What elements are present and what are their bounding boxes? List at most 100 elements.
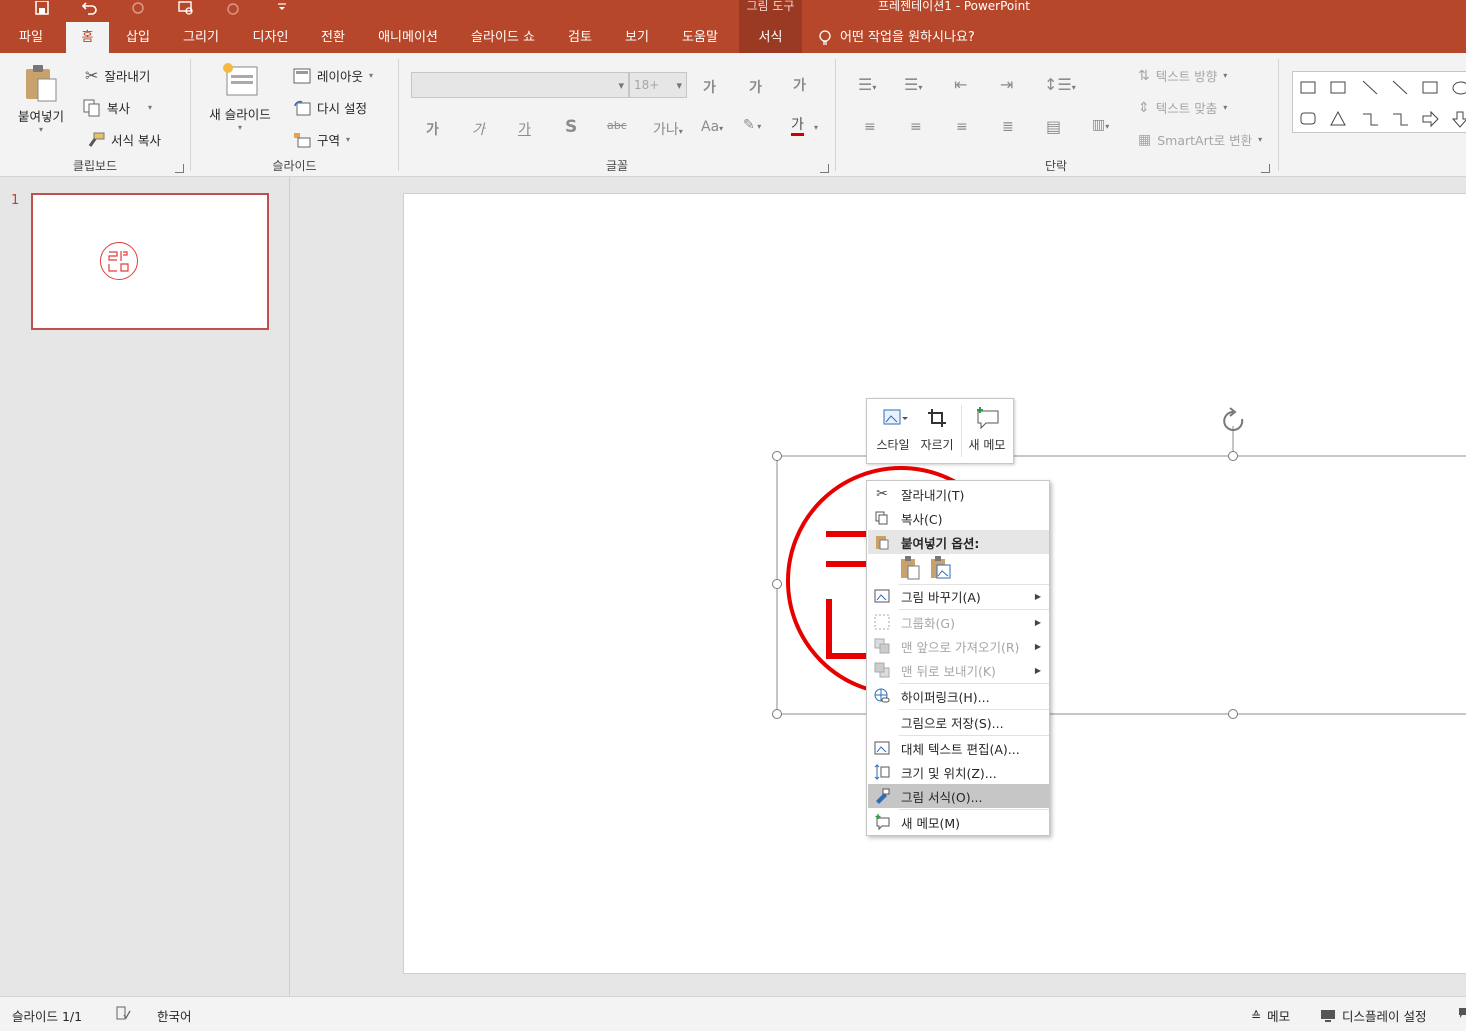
- paste-as-picture-icon[interactable]: [929, 556, 951, 580]
- character-spacing-icon[interactable]: 가나▾: [653, 119, 683, 139]
- tab-transitions[interactable]: 전환: [312, 22, 354, 53]
- tab-review[interactable]: 검토: [559, 22, 601, 53]
- font-name-dropdown-icon[interactable]: ▾: [618, 79, 624, 92]
- cut-button[interactable]: ✂ 잘라내기: [85, 66, 150, 85]
- format-painter-button[interactable]: 서식 복사: [87, 130, 161, 149]
- triangle-shape-icon[interactable]: [1330, 110, 1346, 126]
- increase-indent-icon[interactable]: ⇥: [1000, 75, 1013, 94]
- touch-mode-icon[interactable]: [210, 0, 258, 16]
- font-color-icon[interactable]: 가: [791, 117, 804, 136]
- crop-button[interactable]: 자르기: [917, 405, 957, 453]
- paste-use-destination-theme-icon[interactable]: [899, 556, 921, 580]
- vertical-text-box-shape-icon[interactable]: [1330, 81, 1346, 94]
- menu-item-send-to-back[interactable]: 맨 뒤로 보내기(K) ▶: [868, 658, 1049, 682]
- tab-home[interactable]: 홈: [66, 22, 109, 53]
- menu-item-size-position[interactable]: 크기 및 위치(Z)...: [868, 760, 1049, 784]
- tab-insert[interactable]: 삽입: [117, 22, 159, 53]
- align-center-icon[interactable]: ≡: [910, 119, 922, 135]
- undo-icon[interactable]: [66, 0, 114, 16]
- change-case-icon[interactable]: Aa▾: [701, 119, 723, 135]
- right-arrow-shape-icon[interactable]: [1422, 110, 1439, 128]
- save-icon[interactable]: [18, 0, 66, 16]
- justify-icon[interactable]: ≣: [1002, 119, 1014, 135]
- distributed-icon[interactable]: ▤: [1046, 117, 1061, 136]
- line-spacing-icon[interactable]: ↕☰▾: [1044, 75, 1076, 94]
- customize-qat-icon[interactable]: [258, 0, 306, 16]
- font-color-dropdown-icon[interactable]: ▾: [814, 123, 818, 132]
- strikethrough-icon[interactable]: abc: [607, 119, 627, 132]
- resize-handle[interactable]: [1228, 709, 1238, 719]
- menu-item-format-picture[interactable]: 그림 서식(O)...: [868, 784, 1049, 808]
- align-left-icon[interactable]: ≡: [864, 119, 876, 135]
- menu-item-edit-alt-text[interactable]: 대체 텍스트 편집(A)...: [868, 736, 1049, 760]
- layout-button[interactable]: 레이아웃 ▾: [293, 66, 373, 85]
- menu-item-group[interactable]: 그룹화(G) ▶: [868, 610, 1049, 634]
- comments-icon[interactable]: [1458, 1006, 1466, 1020]
- rounded-rectangle-shape-icon[interactable]: [1300, 112, 1316, 125]
- tab-format[interactable]: 서식: [739, 22, 802, 53]
- paste-button[interactable]: 붙여넣기 ▾: [12, 63, 70, 134]
- copy-button[interactable]: 복사 ▾: [83, 98, 152, 117]
- resize-handle[interactable]: [772, 709, 782, 719]
- style-button[interactable]: 스타일: [873, 405, 913, 453]
- new-comment-button[interactable]: 새 메모: [964, 405, 1010, 453]
- underline-icon[interactable]: 가: [518, 119, 531, 139]
- text-shadow-icon[interactable]: S: [565, 117, 577, 137]
- line-shape-icon[interactable]: [1362, 80, 1378, 95]
- menu-item-bring-to-front[interactable]: 맨 앞으로 가져오기(R) ▶: [868, 634, 1049, 658]
- font-size-dropdown-icon[interactable]: ▾: [676, 79, 682, 92]
- text-box-shape-icon[interactable]: [1300, 81, 1316, 94]
- language-indicator[interactable]: 한국어: [157, 1006, 192, 1025]
- oval-shape-icon[interactable]: [1452, 81, 1466, 95]
- tab-file[interactable]: 파일: [9, 22, 53, 53]
- section-button[interactable]: 구역 ▾: [293, 130, 350, 149]
- menu-item-new-comment[interactable]: 새 메모(M): [868, 810, 1049, 834]
- tell-me-box[interactable]: 어떤 작업을 원하시나요?: [818, 22, 975, 53]
- slide-thumbnail[interactable]: [31, 193, 269, 330]
- align-right-icon[interactable]: ≡: [956, 119, 968, 135]
- present-from-start-icon[interactable]: [162, 0, 210, 16]
- menu-item-save-as-picture[interactable]: 그림으로 저장(S)...: [868, 710, 1049, 734]
- tab-view[interactable]: 보기: [616, 22, 658, 53]
- resize-handle[interactable]: [772, 579, 782, 589]
- display-settings-button[interactable]: 디스플레이 설정: [1320, 1006, 1426, 1025]
- font-launcher-icon[interactable]: [820, 164, 829, 173]
- bullets-icon[interactable]: ☰▾: [858, 75, 876, 94]
- italic-icon[interactable]: 가: [472, 119, 485, 139]
- menu-item-copy[interactable]: 복사(C): [868, 506, 1049, 530]
- highlight-icon[interactable]: ✎ ▾: [743, 117, 761, 133]
- notes-button[interactable]: ≙ 메모: [1251, 1006, 1290, 1025]
- tab-draw[interactable]: 그리기: [176, 22, 226, 53]
- clear-formatting-icon[interactable]: 가: [793, 75, 806, 95]
- bold-icon[interactable]: 가: [426, 119, 439, 139]
- font-name-box[interactable]: ▾: [411, 72, 629, 98]
- tab-slide-show[interactable]: 슬라이드 쇼: [463, 22, 543, 53]
- new-slide-button[interactable]: 새 슬라이드 ▾: [205, 61, 275, 132]
- numbering-icon[interactable]: ☰▾: [904, 75, 922, 94]
- columns-icon[interactable]: ▥▾: [1092, 117, 1109, 133]
- rectangle-shape-icon[interactable]: [1422, 81, 1438, 94]
- text-direction-button[interactable]: ⇅ 텍스트 방향 ▾: [1138, 66, 1227, 85]
- elbow-arrow-connector-shape-icon[interactable]: [1393, 113, 1408, 126]
- grow-font-icon[interactable]: 가: [703, 77, 716, 97]
- menu-item-change-picture[interactable]: 그림 바꾸기(A) ▶: [868, 584, 1049, 608]
- tab-help[interactable]: 도움말: [674, 22, 726, 53]
- down-arrow-shape-icon[interactable]: [1451, 111, 1466, 128]
- clipboard-launcher-icon[interactable]: [175, 164, 184, 173]
- decrease-indent-icon[interactable]: ⇤: [954, 75, 967, 94]
- tab-animations[interactable]: 애니메이션: [370, 22, 446, 53]
- font-size-box[interactable]: 18+ ▾: [629, 72, 687, 98]
- menu-item-cut[interactable]: ✂ 잘라내기(T): [868, 482, 1049, 506]
- menu-item-hyperlink[interactable]: 하이퍼링크(H)...: [868, 684, 1049, 708]
- elbow-connector-shape-icon[interactable]: [1363, 113, 1378, 126]
- tab-design[interactable]: 디자인: [243, 22, 298, 53]
- redo-icon[interactable]: [114, 0, 162, 16]
- spell-check-icon[interactable]: [115, 1006, 131, 1020]
- arrow-line-shape-icon[interactable]: [1392, 80, 1408, 95]
- reset-button[interactable]: 다시 설정: [293, 98, 367, 117]
- shrink-font-icon[interactable]: 가: [749, 77, 762, 97]
- resize-handle[interactable]: [772, 451, 782, 461]
- paragraph-launcher-icon[interactable]: [1261, 164, 1270, 173]
- resize-handle[interactable]: [1228, 451, 1238, 461]
- smartart-button[interactable]: ▦ SmartArt로 변환 ▾: [1138, 130, 1262, 149]
